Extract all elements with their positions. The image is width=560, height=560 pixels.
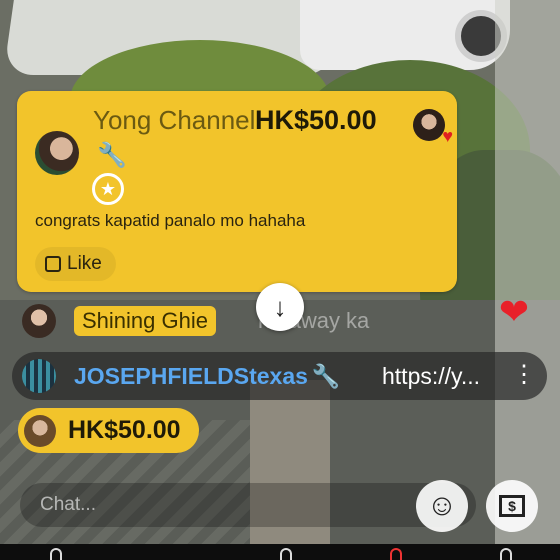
arrow-down-icon: ↓ [273, 291, 287, 322]
thumbs-up-icon [45, 256, 61, 272]
dollar-bill-icon: $ [499, 495, 525, 517]
pill-amount: HK$50.00 [68, 416, 181, 444]
super-chat-card[interactable]: Yong Channel 🔧 ★ HK$50.00 ♥ congrats kapa… [17, 91, 457, 292]
pinned-super-chat-pill[interactable]: HK$50.00 [18, 408, 199, 453]
chat-author[interactable]: JOSEPHFIELDStexas 🔧 [74, 363, 341, 390]
chat-input[interactable]: Chat... [20, 483, 476, 527]
emoji-button[interactable]: ☺ [416, 480, 468, 532]
chat-author-name[interactable]: Shining Ghie [74, 306, 216, 336]
super-chat-author[interactable]: Yong Channel 🔧 [93, 103, 263, 173]
chat-message-highlighted[interactable]: JOSEPHFIELDStexas 🔧 https://y... ⋮ [12, 352, 547, 400]
super-chat-author-name[interactable]: Yong Channel [93, 105, 255, 135]
star-badge-icon: ★ [92, 173, 124, 205]
chat-message-link[interactable]: https://y... [382, 363, 480, 390]
more-options-icon[interactable]: ⋮ [512, 360, 536, 390]
super-chat-avatar[interactable] [35, 131, 79, 175]
like-button[interactable]: Like [35, 247, 116, 281]
chat-avatar[interactable] [22, 359, 56, 393]
nav-icon[interactable] [280, 548, 292, 560]
chat-avatar[interactable] [22, 304, 56, 338]
smiley-icon: ☺ [426, 489, 458, 522]
bottom-navigation [0, 544, 560, 560]
pill-avatar [24, 414, 56, 447]
bg-pole [250, 380, 330, 560]
profile-icon[interactable] [500, 548, 512, 560]
home-icon[interactable] [50, 548, 62, 560]
creator-heart-avatar: ♥ [413, 109, 453, 146]
notification-icon[interactable] [390, 548, 402, 560]
wrench-icon: 🔧 [311, 363, 341, 389]
heart-icon: ♥ [442, 126, 453, 146]
wrench-icon: 🔧 [97, 142, 127, 169]
like-label: Like [67, 253, 102, 274]
chat-author-name[interactable]: JOSEPHFIELDStexas [74, 363, 308, 389]
super-chat-amount: HK$50.00 [255, 105, 377, 135]
super-chat-button[interactable]: $ [486, 480, 538, 532]
bg-right-wall [495, 0, 560, 560]
heart-reaction-icon: ❤ [498, 291, 530, 332]
super-chat-message: congrats kapatid panalo mo hahaha [35, 211, 306, 230]
scroll-down-button[interactable]: ↓ [256, 283, 304, 331]
chat-input-placeholder: Chat... [40, 494, 96, 515]
